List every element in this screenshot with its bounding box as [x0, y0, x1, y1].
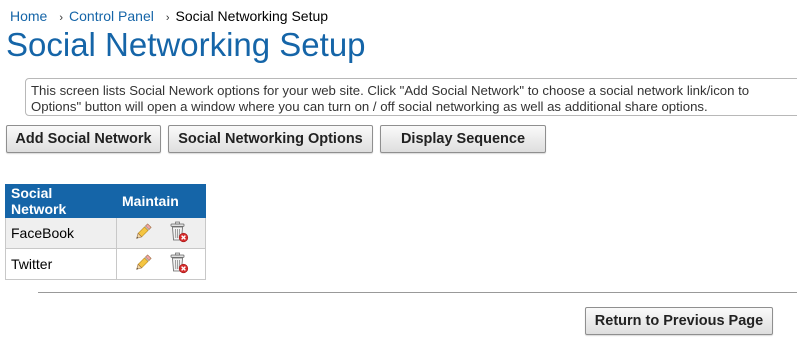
info-text-line-1: This screen lists Social Nework options …	[31, 83, 750, 98]
social-network-name: Twitter	[5, 248, 117, 280]
breadcrumb: Home › Control Panel › Social Networking Set…	[10, 8, 328, 24]
social-network-table: Social Network Maintain FaceBook Twitter	[5, 184, 206, 280]
pencil-icon[interactable]	[133, 222, 153, 245]
maintain-cell	[116, 217, 206, 249]
maintain-cell	[116, 248, 206, 280]
info-text-line-2: Options" button will open a window where…	[31, 99, 708, 114]
table-header-row: Social Network Maintain	[5, 184, 206, 218]
column-header-maintain: Maintain	[116, 184, 206, 218]
info-box: This screen lists Social Nework options …	[25, 78, 797, 116]
trash-delete-icon[interactable]	[169, 221, 189, 246]
add-social-network-button[interactable]: Add Social Network	[6, 125, 161, 153]
table-row: FaceBook	[5, 217, 206, 249]
breadcrumb-separator-icon: ›	[59, 12, 64, 24]
page-title: Social Networking Setup	[6, 26, 366, 63]
trash-delete-icon[interactable]	[169, 252, 189, 277]
divider	[38, 292, 797, 293]
pencil-icon[interactable]	[133, 253, 153, 276]
social-networking-options-button[interactable]: Social Networking Options	[168, 125, 373, 153]
breadcrumb-separator-icon: ›	[165, 12, 170, 24]
breadcrumb-home-link[interactable]: Home	[10, 8, 47, 24]
display-sequence-button[interactable]: Display Sequence	[380, 125, 546, 153]
column-header-social-network: Social Network	[5, 184, 117, 218]
table-row: Twitter	[5, 248, 206, 280]
breadcrumb-control-panel-link[interactable]: Control Panel	[69, 8, 154, 24]
breadcrumb-current: Social Networking Setup	[175, 8, 329, 24]
social-network-name: FaceBook	[5, 217, 117, 249]
return-to-previous-page-button[interactable]: Return to Previous Page	[585, 307, 773, 335]
